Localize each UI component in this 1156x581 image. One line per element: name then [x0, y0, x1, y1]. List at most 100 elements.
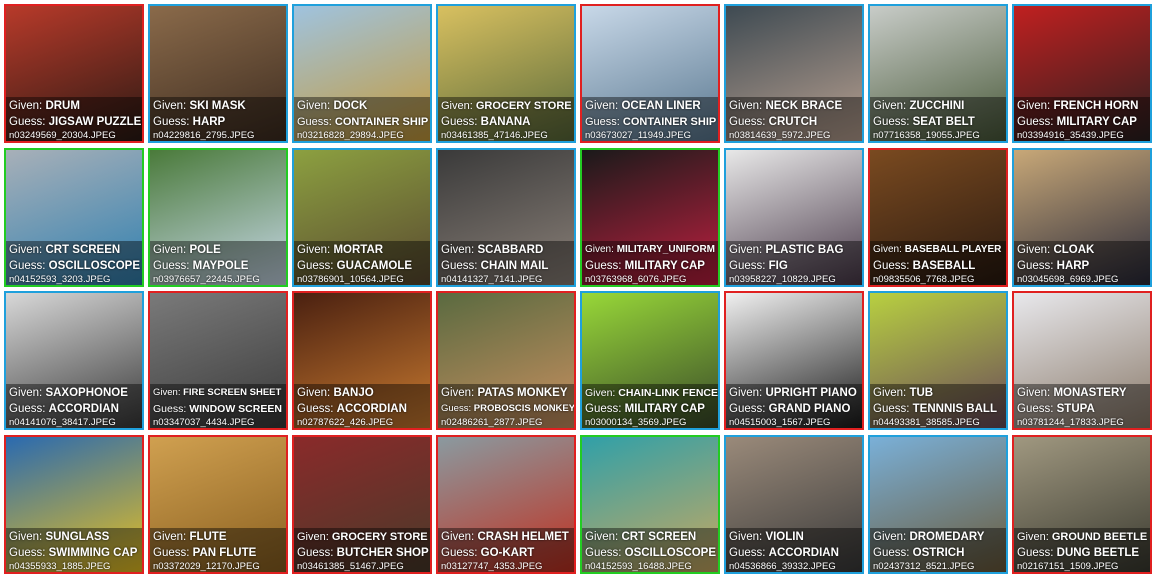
guess-line: Guess: BASEBALL: [873, 258, 1006, 274]
guess-prefix: Guess:: [729, 403, 769, 415]
guess-prefix: Guess:: [1017, 116, 1057, 128]
caption-overlay: Given: OCEAN LINER Guess: CONTAINER SHIP n…: [582, 97, 718, 141]
image-tile[interactable]: Given: DRUM Guess: JIGSAW PUZZLE n03249569…: [4, 4, 144, 143]
caption-overlay: Given: SUNGLASS Guess: SWIMMING CAP n04355…: [6, 527, 142, 572]
file-name: n04152593_3203.JPEG: [9, 273, 111, 285]
given-line: Given: CRT SCREEN: [585, 529, 718, 545]
given-prefix: Given:: [873, 243, 905, 255]
image-tile[interactable]: Given: CHAIN-LINK FENCE Guess: MILITARY C…: [580, 291, 720, 430]
image-tile[interactable]: Given: FRENCH HORN Guess: MILITARY CAP n03…: [1012, 4, 1152, 143]
image-tile[interactable]: Given: MORTAR Guess: GUACAMOLE n03786901_1…: [292, 147, 432, 287]
file-name: n03781244_17833.JPEG: [1017, 417, 1124, 428]
caption-overlay: Given: CRT SCREEN Guess: OSCILLOSCOPE n041…: [6, 240, 142, 285]
image-tile[interactable]: Given: GROUND BEETLE Guess: DUNG BEETLE n0…: [1012, 434, 1152, 574]
caption-overlay: Given: SCABBARD Guess: CHAIN MAIL n0414132…: [438, 240, 574, 285]
file-name: n04141327_7141.JPEG: [441, 273, 543, 285]
given-line: Given: SKI MASK: [153, 98, 286, 114]
image-tile[interactable]: Given: GROCERY STORE Guess: BUTCHER SHOP n…: [292, 434, 432, 574]
given-prefix: Given:: [153, 243, 190, 256]
image-tile[interactable]: Given: SCABBARD Guess: CHAIN MAIL n0414132…: [436, 147, 576, 287]
given-prefix: Given:: [441, 530, 478, 543]
given-label: BANJO: [333, 387, 374, 399]
guess-line: Guess: PROBOSCIS MONKEY: [441, 401, 574, 417]
guess-label: ACCORDIAN: [768, 546, 839, 559]
caption-overlay: Given: CHAIN-LINK FENCE Guess: MILITARY C…: [582, 384, 718, 428]
caption-overlay: Given: SKI MASK Guess: HARP n04229816_2795…: [150, 97, 286, 141]
given-line: Given: NECK BRACE: [729, 98, 862, 114]
given-line: Given: PATAS MONKEY: [441, 385, 574, 401]
given-prefix: Given:: [729, 530, 766, 543]
guess-line: Guess: MILITARY CAP: [585, 401, 718, 417]
guess-line: Guess: FIG: [729, 258, 862, 274]
image-tile[interactable]: Given: UPRIGHT PIANO Guess: GRAND PIANO n0…: [724, 291, 864, 430]
given-label: SCABBARD: [477, 243, 544, 256]
guess-label: ACCORDIAN: [336, 403, 407, 415]
given-line: Given: FIRE SCREEN SHEET: [153, 385, 286, 401]
image-tile[interactable]: Given: ZUCCHINI Guess: SEAT BELT n07716358…: [868, 4, 1008, 143]
given-prefix: Given:: [729, 387, 766, 399]
image-tile[interactable]: Given: CRASH HELMET Guess: GO-KART n031277…: [436, 434, 576, 574]
file-name: n03814639_5972.JPEG: [729, 130, 831, 141]
image-tile[interactable]: Given: CRT SCREEN Guess: OSCILLOSCOPE n041…: [4, 147, 144, 287]
given-prefix: Given:: [585, 243, 617, 255]
image-tile[interactable]: Given: BANJO Guess: ACCORDIAN n02787622_42…: [292, 291, 432, 430]
image-tile[interactable]: Given: CRT SCREEN Guess: OSCILLOSCOPE n041…: [580, 434, 720, 574]
guess-prefix: Guess:: [873, 403, 913, 415]
image-tile[interactable]: Given: PATAS MONKEY Guess: PROBOSCIS MONK…: [436, 291, 576, 430]
guess-line: Guess: BUTCHER SHOP: [297, 545, 430, 561]
image-tile[interactable]: Given: DROMEDARY Guess: OSTRICH n02437312_…: [868, 434, 1008, 574]
given-label: VIOLIN: [765, 530, 804, 543]
guess-label: HARP: [192, 116, 226, 128]
guess-label: STUPA: [1056, 403, 1095, 415]
file-name: n09835506_7768.JPEG: [873, 273, 975, 285]
image-tile[interactable]: Given: POLE Guess: MAYPOLE n03976657_22445…: [148, 147, 288, 287]
image-tile[interactable]: Given: VIOLIN Guess: ACCORDIAN n04536866_3…: [724, 434, 864, 574]
given-label: BASEBALL PLAYER: [904, 243, 1002, 255]
file-name: n03249569_20304.JPEG: [9, 130, 116, 141]
file-name: n03976657_22445.JPEG: [153, 273, 260, 285]
given-prefix: Given:: [585, 100, 622, 112]
image-tile[interactable]: Given: CLOAK Guess: HARP n03045698_6969.JP…: [1012, 147, 1152, 287]
given-prefix: Given:: [297, 387, 334, 399]
image-tile[interactable]: Given: SAXOPHONOE Guess: ACCORDIAN n041410…: [4, 291, 144, 430]
image-tile[interactable]: Given: PLASTIC BAG Guess: FIG n03958227_10…: [724, 147, 864, 287]
image-tile[interactable]: Given: MILITARY_UNIFORM Guess: MILITARY C…: [580, 147, 720, 287]
guess-prefix: Guess:: [441, 403, 474, 414]
given-line: Given: CRASH HELMET: [441, 529, 574, 545]
given-label: CLOAK: [1053, 243, 1095, 256]
file-name: n03461385_47146.JPEG: [441, 130, 548, 141]
guess-label: MILITARY CAP: [1056, 116, 1137, 128]
guess-prefix: Guess:: [873, 259, 913, 272]
image-tile[interactable]: Given: DOCK Guess: CONTAINER SHIP n0321682…: [292, 4, 432, 143]
given-line: Given: MONASTERY: [1017, 385, 1150, 401]
guess-prefix: Guess:: [153, 403, 190, 415]
image-tile[interactable]: Given: TUB Guess: TENNNIS BALL n04493381_3…: [868, 291, 1008, 430]
image-tile[interactable]: Given: FLUTE Guess: PAN FLUTE n03372029_12…: [148, 434, 288, 574]
guess-prefix: Guess:: [1017, 259, 1057, 272]
image-tile[interactable]: Given: SUNGLASS Guess: SWIMMING CAP n04355…: [4, 434, 144, 574]
image-tile[interactable]: Given: SKI MASK Guess: HARP n04229816_2795…: [148, 4, 288, 143]
image-tile[interactable]: Given: BASEBALL PLAYER Guess: BASEBALL n09…: [868, 147, 1008, 287]
given-prefix: Given:: [153, 100, 190, 112]
caption-overlay: Given: CLOAK Guess: HARP n03045698_6969.JP…: [1014, 240, 1150, 285]
file-name: n04152593_16488.JPEG: [585, 560, 692, 572]
given-line: Given: MILITARY_UNIFORM: [585, 242, 718, 258]
guess-label: FIG: [768, 259, 788, 272]
given-line: Given: CRT SCREEN: [9, 242, 142, 258]
image-tile[interactable]: Given: FIRE SCREEN SHEET Guess: WINDOW SC…: [148, 291, 288, 430]
guess-prefix: Guess:: [9, 259, 49, 272]
guess-label: HARP: [1056, 259, 1090, 272]
guess-line: Guess: ACCORDIAN: [9, 401, 142, 417]
image-tile[interactable]: Given: MONASTERY Guess: STUPA n03781244_17…: [1012, 291, 1152, 430]
guess-line: Guess: MILITARY CAP: [585, 258, 718, 274]
given-line: Given: BASEBALL PLAYER: [873, 242, 1006, 258]
image-tile[interactable]: Given: NECK BRACE Guess: CRUTCH n03814639_…: [724, 4, 864, 143]
image-tile[interactable]: Given: OCEAN LINER Guess: CONTAINER SHIP n…: [580, 4, 720, 143]
given-label: FIRE SCREEN SHEET: [183, 387, 282, 398]
file-name: n03958227_10829.JPEG: [729, 273, 836, 285]
guess-prefix: Guess:: [441, 546, 481, 559]
given-line: Given: UPRIGHT PIANO: [729, 385, 862, 401]
image-tile[interactable]: Given: GROCERY STORE Guess: BANANA n034613…: [436, 4, 576, 143]
caption-overlay: Given: TUB Guess: TENNNIS BALL n04493381_3…: [870, 384, 1006, 428]
guess-line: Guess: STUPA: [1017, 401, 1150, 417]
